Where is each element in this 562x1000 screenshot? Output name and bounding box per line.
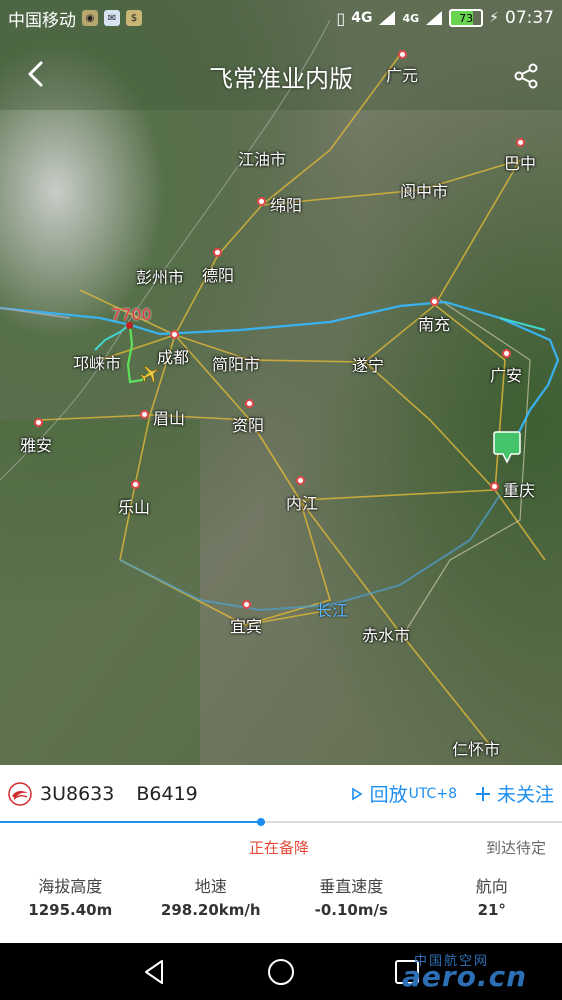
city-chongqing[interactable]: 重庆: [503, 477, 535, 501]
squawk-label: 7700: [111, 305, 152, 324]
share-icon[interactable]: [512, 62, 540, 90]
landing-marker-icon[interactable]: [492, 430, 522, 466]
nav-home-icon[interactable]: [266, 957, 296, 987]
city-langzhong[interactable]: 阆中市: [400, 178, 448, 202]
city-ziyang[interactable]: 资阳: [232, 412, 264, 436]
stat-value: -0.10m/s: [314, 901, 388, 919]
signal-icon: [379, 11, 396, 25]
city-dot: [131, 480, 140, 489]
city-meishan[interactable]: 眉山: [153, 405, 185, 429]
airline-logo-icon: [8, 781, 32, 806]
replay-label: 回放: [369, 784, 408, 806]
flight-map[interactable]: 广元 巴中 江油市 绵阳 阆中市 德阳 彭州市 成都 邛崃市 简阳市 南充 遂宁…: [0, 0, 562, 765]
charging-icon: ⚡: [489, 10, 499, 26]
signal-icon-2: [426, 11, 443, 25]
play-icon: [351, 787, 363, 800]
plus-icon: [475, 786, 490, 801]
city-dot: [516, 138, 525, 147]
city-yibin[interactable]: 宜宾: [230, 613, 262, 637]
city-nanchong[interactable]: 南充: [418, 311, 450, 335]
city-dot: [490, 482, 499, 491]
city-jiangyou[interactable]: 江油市: [238, 146, 286, 170]
status-bar: 中国移动 ◉ ✉ $ ▯ 4G 4G 73 ⚡ 07:37: [0, 0, 562, 36]
app-icon: ✉: [104, 10, 120, 26]
stat-label: 垂直速度: [319, 877, 384, 896]
city-neijiang[interactable]: 内江: [286, 490, 318, 514]
nav-back-icon[interactable]: [140, 957, 170, 987]
stat-value: 298.20km/h: [160, 901, 261, 919]
back-chevron-icon[interactable]: [22, 60, 50, 88]
stat-value: 21°: [477, 901, 506, 919]
city-dot: [170, 330, 179, 339]
stat-value: 1295.40m: [28, 901, 113, 919]
river-label: 长江: [316, 601, 349, 620]
arrival-status: 到达待定: [485, 839, 546, 857]
follow-button[interactable]: 未关注: [475, 780, 554, 807]
flight-phase: 正在备降: [249, 839, 310, 857]
battery-level: 73: [459, 11, 474, 25]
flight-header-row: 3U8633 B6419 回放 UTC+8 未关注: [0, 765, 562, 823]
stat-altitude: 海拔高度 1295.40m: [0, 873, 141, 919]
city-guangan[interactable]: 广安: [490, 362, 522, 386]
watermark-en: aero.cn: [402, 960, 528, 993]
city-jianyang[interactable]: 简阳市: [212, 351, 260, 375]
city-dot: [213, 248, 222, 257]
app-header: 飞常准业内版: [0, 48, 562, 104]
stat-ground-speed: 地速 298.20km/h: [141, 873, 282, 919]
emergency-point: [126, 322, 133, 329]
flight-status-row: 正在备降 到达待定: [0, 825, 562, 861]
stat-label: 地速: [194, 877, 227, 896]
replay-timezone: UTC+8: [408, 785, 457, 802]
city-dot: [257, 197, 266, 206]
city-dot: [242, 600, 251, 609]
city-mianyang[interactable]: 绵阳: [270, 192, 302, 216]
city-yaan[interactable]: 雅安: [20, 432, 52, 456]
vibrate-icon: ▯: [336, 8, 346, 28]
city-pengzhou[interactable]: 彭州市: [136, 264, 184, 288]
city-dot: [296, 476, 305, 485]
city-leshan[interactable]: 乐山: [118, 494, 150, 518]
city-dot: [245, 399, 254, 408]
stat-vertical-speed: 垂直速度 -0.10m/s: [281, 873, 422, 919]
network-type: 4G: [351, 10, 373, 26]
network-type-2: 4G: [402, 11, 420, 25]
stat-label: 海拔高度: [38, 877, 103, 896]
flight-number: 3U8633: [40, 782, 115, 805]
aircraft-registration: B6419: [136, 782, 198, 805]
stat-heading: 航向 21°: [422, 873, 562, 919]
city-dot: [502, 349, 511, 358]
stat-label: 航向: [475, 877, 508, 896]
carrier-name: 中国移动: [8, 10, 76, 31]
follow-label: 未关注: [496, 784, 554, 806]
flight-stats: 海拔高度 1295.40m 地速 298.20km/h 垂直速度 -0.10m/…: [0, 861, 562, 919]
money-icon: $: [126, 10, 142, 26]
city-dot: [430, 297, 439, 306]
city-dot: [34, 418, 43, 427]
city-deyang[interactable]: 德阳: [202, 262, 234, 286]
replay-button[interactable]: 回放 UTC+8: [350, 780, 457, 807]
aircraft-icon[interactable]: [138, 362, 162, 386]
city-chishui[interactable]: 赤水市: [362, 622, 410, 646]
progress-fill: [0, 821, 262, 823]
watermark-logo: 中国航空网 aero.cn: [402, 950, 552, 996]
flight-info-panel: 3U8633 B6419 回放 UTC+8 未关注 正在备降 到达待定 海拔高度…: [0, 765, 562, 943]
city-suining[interactable]: 遂宁: [352, 352, 384, 376]
city-qionglai[interactable]: 邛崃市: [73, 350, 121, 374]
city-renhuai[interactable]: 仁怀市: [452, 736, 500, 760]
clock: 07:37: [505, 8, 554, 28]
battery-icon: 73: [449, 9, 484, 27]
city-bazhong[interactable]: 巴中: [504, 150, 536, 174]
location-pin-icon: ◉: [82, 10, 98, 26]
page-title: 飞常准业内版: [209, 64, 353, 93]
city-dot: [140, 410, 149, 419]
flight-track: [0, 300, 560, 461]
